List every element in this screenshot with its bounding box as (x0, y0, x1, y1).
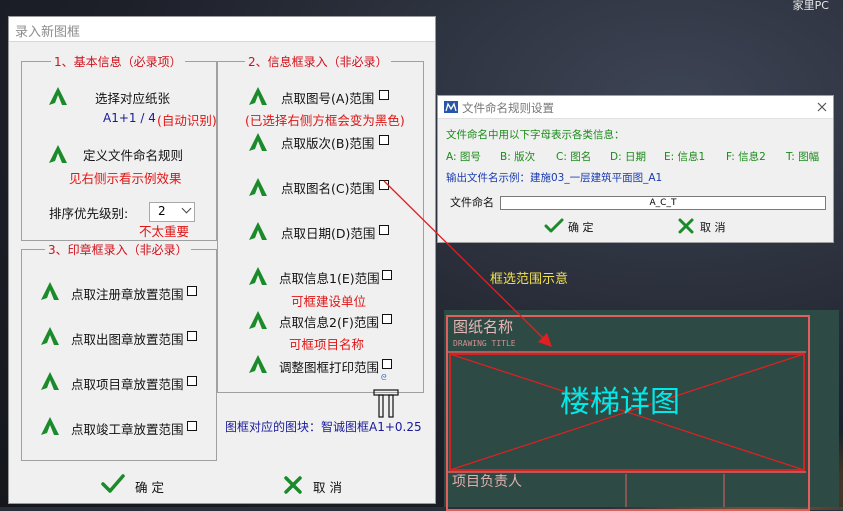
completion-stamp-icon[interactable] (39, 415, 61, 437)
paper-size-value: A1+1 / 4 (103, 111, 156, 125)
main-dialog: 录入新图框 1、基本信息（必录项） 选择对应纸张 A1+1 / 4 (自动识别)… (8, 16, 436, 504)
svg-text:ᘓ: ᘓ (381, 373, 387, 382)
block-label: 图框对应的图块：智诚图框A1+0.25 (225, 420, 422, 434)
naming-desc: 文件命名中用以下字母表示各类信息： (446, 129, 625, 141)
pick-version-icon[interactable] (247, 131, 269, 153)
cancel-label: 取 消 (313, 480, 342, 495)
chevron-down-icon (181, 203, 192, 214)
completion-stamp-checkbox[interactable] (187, 421, 197, 431)
pick-info1-icon[interactable] (247, 265, 269, 287)
naming-rule-titlebar: 文件命名规则设置 (438, 96, 833, 119)
select-paper-button[interactable]: 选择对应纸张 (95, 88, 170, 107)
pointer-arrow (383, 180, 552, 347)
close-icon (678, 218, 694, 234)
code-f: F: 信息2 (726, 151, 766, 163)
checkbox-note: (已选择右侧方框会变为黑色) (245, 113, 405, 128)
pick-info2-button[interactable]: 点取信息2(F)范围 (279, 312, 379, 331)
close-icon (284, 476, 302, 494)
group-basic-title: 1、基本信息（必录项） (51, 53, 185, 70)
project-stamp-button[interactable]: 点取项目章放置范围 (71, 374, 184, 393)
pick-info1-button[interactable]: 点取信息1(E)范围 (279, 268, 380, 287)
pick-date-button[interactable]: 点取日期(D)范围 (281, 223, 375, 242)
naming-cancel-label: 取 消 (700, 221, 726, 234)
pick-name-icon[interactable] (247, 176, 269, 198)
rule-example-note: 见右侧示看示例效果 (69, 171, 182, 186)
select-paper-icon[interactable] (47, 85, 69, 107)
print-range-checkbox[interactable] (382, 359, 392, 369)
pick-info2-icon[interactable] (247, 309, 269, 331)
naming-ok-label: 确 定 (568, 221, 594, 234)
completion-stamp-button[interactable]: 点取竣工章放置范围 (71, 419, 184, 438)
project-stamp-checkbox[interactable] (187, 376, 197, 386)
register-stamp-button[interactable]: 点取注册章放置范围 (71, 284, 184, 303)
pick-date-icon[interactable] (247, 220, 269, 242)
info2-note: 可框项目名称 (289, 337, 365, 352)
output-stamp-button[interactable]: 点取出图章放置范围 (71, 329, 184, 348)
cancel-button[interactable]: 取 消 (283, 474, 353, 496)
priority-select[interactable]: 2 (149, 202, 195, 222)
priority-label: 排序优先级别: (49, 206, 129, 221)
define-rule-button[interactable]: 定义文件命名规则 (83, 145, 183, 164)
register-stamp-icon[interactable] (39, 280, 61, 302)
app-logo-icon (444, 101, 458, 113)
pick-number-button[interactable]: 点取图号(A)范围 (281, 88, 374, 107)
auto-detect-note: (自动识别) (157, 113, 217, 128)
register-stamp-checkbox[interactable] (187, 286, 197, 296)
naming-rule-title: 文件命名规则设置 (462, 101, 554, 115)
output-stamp-icon[interactable] (39, 325, 61, 347)
code-b: B: 版次 (500, 151, 536, 163)
pick-version-button[interactable]: 点取版次(B)范围 (281, 133, 374, 152)
pick-name-button[interactable]: 点取图名(C)范围 (281, 178, 374, 197)
pick-version-checkbox[interactable] (379, 135, 389, 145)
priority-note: 不太重要 (139, 224, 190, 239)
ok-button[interactable]: 确 定 (101, 474, 171, 496)
pick-number-checkbox[interactable] (379, 90, 389, 100)
main-titlebar: 录入新图框 (9, 17, 435, 42)
output-stamp-checkbox[interactable] (187, 331, 197, 341)
code-d: D: 日期 (610, 151, 646, 163)
group-stamp-title: 3、印章框录入（非必录） (45, 241, 191, 258)
naming-cancel-button[interactable]: 取 消 (678, 218, 742, 236)
code-t: T: 图幅 (786, 151, 820, 163)
print-range-icon[interactable] (247, 353, 269, 375)
close-icon[interactable] (817, 102, 827, 112)
code-a: A: 图号 (446, 151, 481, 163)
print-range-button[interactable]: 调整图框打印范围 (279, 357, 379, 376)
group-info-title: 2、信息框录入（非必录） (245, 53, 391, 70)
pick-number-icon[interactable] (247, 85, 269, 107)
priority-value: 2 (158, 204, 166, 218)
info1-note: 可框建设单位 (291, 294, 367, 309)
preview-drawing-name: 楼梯详图 (560, 385, 680, 420)
main-title: 录入新图框 (15, 25, 81, 40)
code-c: C: 图名 (556, 151, 592, 163)
preview-bottom-text: 项目负责人 (452, 474, 522, 490)
project-stamp-icon[interactable] (39, 370, 61, 392)
ok-label: 确 定 (135, 480, 164, 495)
code-e: E: 信息1 (664, 151, 706, 163)
desktop-label: 家里PC (792, 0, 829, 12)
define-rule-icon[interactable] (47, 143, 69, 165)
check-icon (101, 474, 125, 493)
